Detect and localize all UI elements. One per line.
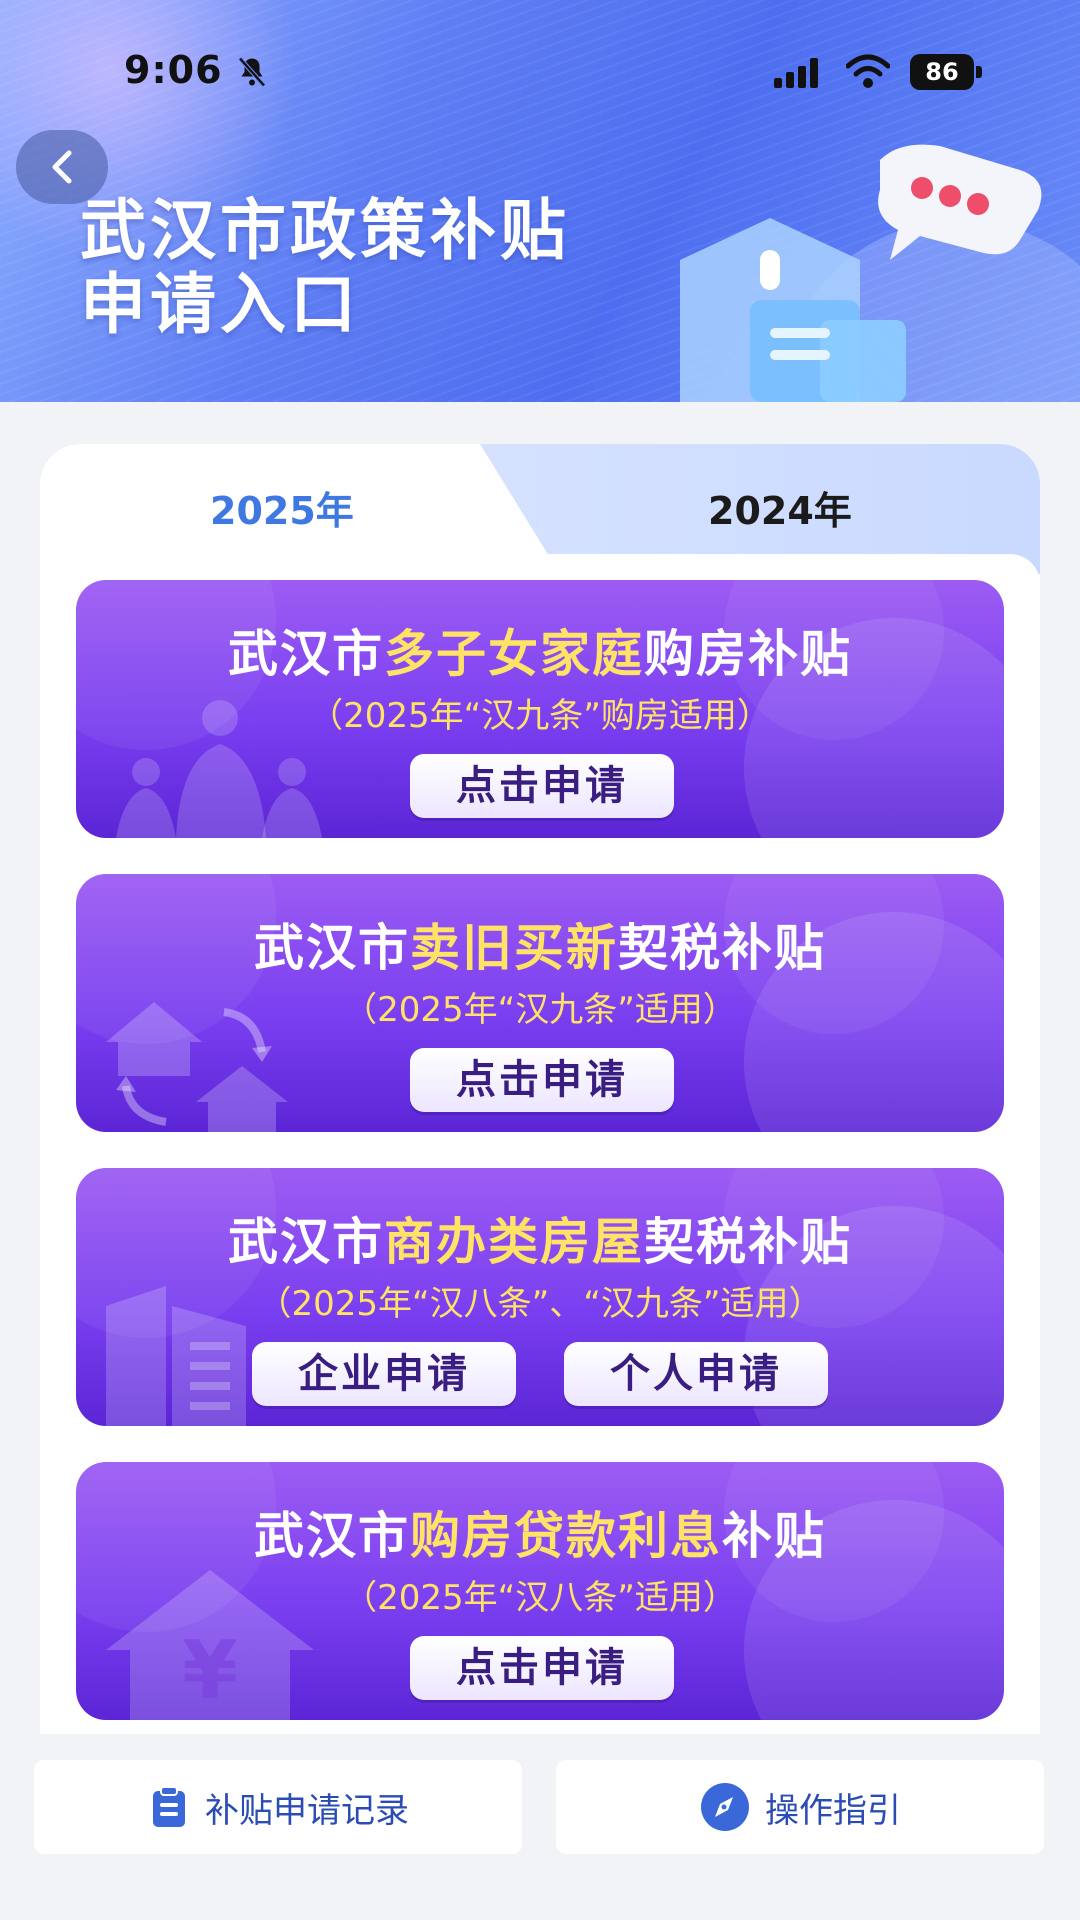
page-title-line2: 申请入口 <box>80 266 360 343</box>
banner-title-highlight: 购房贷款利息 <box>410 1507 722 1565</box>
status-time: 9:06 <box>124 48 223 92</box>
subsidy-records-label: 补贴申请记录 <box>205 1790 409 1831</box>
page-title-line1: 武汉市政策补贴 <box>80 192 570 269</box>
banner-title-suffix: 补贴 <box>722 1507 826 1565</box>
banner-title-prefix: 武汉市 <box>254 1507 410 1565</box>
banner-commercial-property[interactable]: 武汉市商办类房屋契税补贴 （2025年“汉八条”、“汉九条”适用） 企业申请 个… <box>76 1168 1004 1426</box>
banner-title-suffix: 契税补贴 <box>644 1213 852 1271</box>
banner-title: 武汉市多子女家庭购房补贴 <box>76 614 1004 686</box>
banner-list: 武汉市多子女家庭购房补贴 （2025年“汉九条”购房适用） 点击申请 武汉市卖旧… <box>40 554 1040 1734</box>
apply-button[interactable]: 点击申请 <box>410 1048 674 1112</box>
banner-title-prefix: 武汉市 <box>228 625 384 683</box>
banner-subtitle: （2025年“汉八条”、“汉九条”适用） <box>257 1284 823 1324</box>
banner-subtitle: （2025年“汉八条”适用） <box>343 1578 737 1618</box>
banner-title-prefix: 武汉市 <box>228 1213 384 1271</box>
svg-text:¥: ¥ <box>182 1624 238 1717</box>
cellular-signal-icon <box>774 58 818 88</box>
wifi-icon <box>846 54 890 88</box>
banner-title-prefix: 武汉市 <box>254 919 410 977</box>
operation-guide-button[interactable]: 操作指引 <box>556 1760 1044 1854</box>
header-banner: 9:06 86 武汉市政策补贴 申请入口 <box>0 0 1080 402</box>
banner-subtitle: （2025年“汉九条”适用） <box>343 990 737 1030</box>
page-title: 武汉市政策补贴 申请入口 <box>80 194 570 342</box>
compass-icon <box>701 1783 749 1831</box>
banner-title-highlight: 多子女家庭 <box>384 625 644 683</box>
subsidy-records-button[interactable]: 补贴申请记录 <box>34 1760 522 1854</box>
banner-title-suffix: 购房补贴 <box>644 625 852 683</box>
battery-level: 86 <box>910 54 974 90</box>
banner-title-suffix: 契税补贴 <box>618 919 826 977</box>
banner-title: 武汉市购房贷款利息补贴 <box>76 1496 1004 1568</box>
enterprise-apply-button[interactable]: 企业申请 <box>252 1342 516 1406</box>
chevron-left-icon <box>52 150 72 184</box>
banner-title: 武汉市商办类房屋契税补贴 <box>76 1202 1004 1274</box>
document-chat-illustration-icon <box>680 144 1042 402</box>
battery-indicator: 86 <box>910 54 982 90</box>
banner-title: 武汉市卖旧买新契税补贴 <box>76 908 1004 980</box>
battery-nub <box>976 66 982 78</box>
banner-sell-old-buy-new[interactable]: 武汉市卖旧买新契税补贴 （2025年“汉九条”适用） 点击申请 <box>76 874 1004 1132</box>
banner-subtitle: （2025年“汉九条”购房适用） <box>309 696 771 736</box>
clipboard-icon <box>153 1786 185 1827</box>
tab-2024[interactable]: 2024年 <box>708 480 852 535</box>
tab-2025[interactable]: 2025年 <box>210 480 354 535</box>
apply-button[interactable]: 点击申请 <box>410 754 674 818</box>
apply-button[interactable]: 点击申请 <box>410 1636 674 1700</box>
subsidy-panel: 2025年 2024年 武汉市多子女家庭购房补贴 （2025年“汉九条”购房适用… <box>40 444 1040 1734</box>
banner-multi-child-family[interactable]: 武汉市多子女家庭购房补贴 （2025年“汉九条”购房适用） 点击申请 <box>76 580 1004 838</box>
operation-guide-label: 操作指引 <box>765 1790 901 1831</box>
mute-bell-icon <box>238 57 266 87</box>
personal-apply-button[interactable]: 个人申请 <box>564 1342 828 1406</box>
banner-title-highlight: 商办类房屋 <box>384 1213 644 1271</box>
banner-mortgage-interest[interactable]: ¥ 武汉市购房贷款利息补贴 （2025年“汉八条”适用） 点击申请 <box>76 1462 1004 1720</box>
status-bar: 9:06 86 <box>0 40 1080 100</box>
banner-title-highlight: 卖旧买新 <box>410 919 618 977</box>
